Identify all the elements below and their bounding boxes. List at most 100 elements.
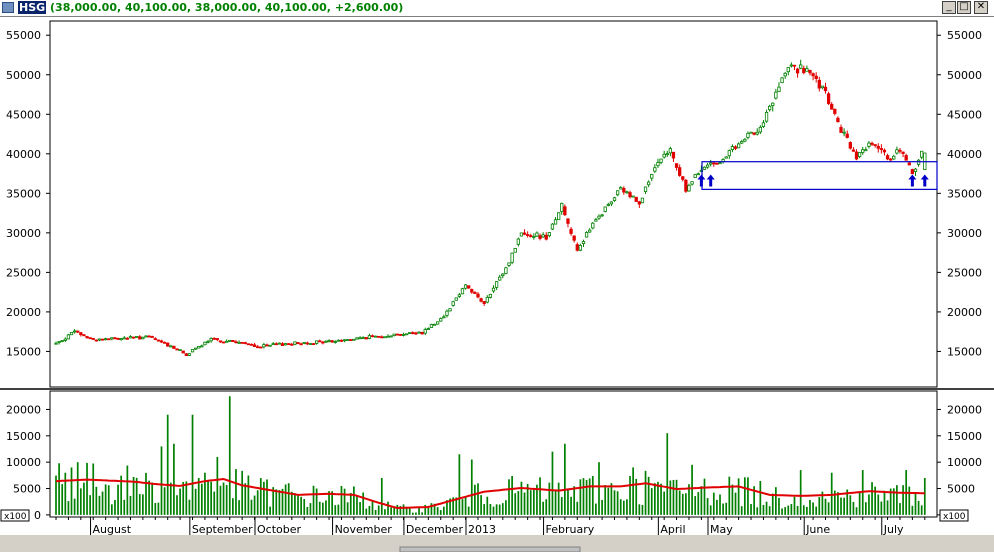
candle-down	[85, 336, 89, 338]
candle-down	[684, 179, 688, 192]
volume-bar	[191, 414, 194, 515]
volume-bar	[427, 507, 430, 515]
candle-up	[864, 149, 868, 152]
volume-bar	[61, 484, 64, 515]
candle-up	[690, 181, 694, 185]
price-tick-label: 15000	[947, 345, 982, 358]
candle-up	[485, 297, 489, 303]
volume-bar	[675, 479, 678, 515]
candle-down	[845, 133, 849, 138]
volume-bar	[365, 508, 368, 515]
candle-down	[752, 132, 756, 135]
candle-up	[225, 340, 229, 343]
candle-down	[398, 334, 403, 336]
volume-bar	[387, 501, 389, 515]
candle-up	[758, 126, 762, 133]
volume-bar	[796, 505, 799, 515]
candle-up	[656, 162, 660, 167]
candle-up	[755, 131, 759, 135]
candle-down	[538, 235, 542, 239]
close-button[interactable]: ✕	[974, 1, 988, 14]
candle-up	[383, 336, 387, 339]
window-titlebar: HSG (38,000.00, 40,100.00, 38,000.00, 40…	[0, 0, 994, 17]
volume-bar	[778, 497, 780, 515]
volume-bar	[275, 489, 278, 515]
candle-down	[411, 332, 415, 334]
candle-up	[404, 333, 409, 336]
volume-bar	[505, 500, 507, 515]
candle-up	[228, 339, 232, 342]
candle-up	[799, 64, 803, 69]
volume-bar	[498, 504, 501, 515]
candle-down	[674, 163, 679, 168]
candle-down	[79, 332, 83, 336]
volume-bar	[868, 494, 870, 515]
time-axis-label: February	[546, 523, 595, 536]
volume-bar	[362, 492, 365, 515]
candle-up	[665, 153, 669, 156]
candle-down	[147, 335, 151, 338]
time-axis-label: August	[93, 523, 132, 536]
candle-down	[88, 337, 92, 340]
candle-up	[271, 343, 275, 346]
candle-up	[352, 338, 356, 341]
volume-bar	[64, 472, 67, 515]
volume-bar	[722, 503, 724, 515]
candle-down	[802, 68, 806, 74]
volume-bar	[700, 486, 703, 515]
candle-down	[826, 93, 831, 104]
candle-up	[268, 344, 272, 347]
candle-down	[479, 298, 483, 302]
volume-bar	[626, 499, 628, 515]
time-axis-label: April	[660, 523, 685, 536]
candle-down	[885, 155, 890, 160]
volume-bar	[560, 497, 563, 515]
candle-up	[895, 149, 899, 154]
candle-up	[408, 332, 412, 334]
volume-bar	[864, 502, 867, 515]
volume-bar	[408, 508, 411, 515]
candle-down	[792, 64, 797, 67]
volume-bar	[129, 495, 132, 515]
price-tick-label: 25000	[947, 266, 982, 279]
volume-bar	[920, 505, 923, 515]
candle-up	[63, 338, 67, 341]
scrollbar-thumb	[399, 546, 581, 552]
volume-bar	[225, 484, 228, 515]
candle-down	[156, 339, 161, 342]
candle-up	[702, 166, 707, 170]
price-volume-chart[interactable]: 1500020000250003000035000400004500050000…	[0, 17, 994, 552]
minimize-button[interactable]: _	[942, 1, 956, 14]
candle-down	[181, 350, 185, 354]
volume-tick-label: 20000	[6, 403, 41, 416]
up-arrow-icon	[920, 174, 929, 187]
volume-bar	[923, 477, 926, 515]
candle-down	[904, 155, 908, 161]
volume-bar	[284, 484, 287, 515]
volume-axis-right: 05000100001500020000x100	[937, 403, 982, 522]
candle-up	[436, 321, 440, 325]
price-axis-left: 15000 20000 25000 30000 35000 40000 45000 50000…	[6, 29, 50, 358]
candle-up	[488, 293, 493, 298]
volume-bar	[809, 499, 811, 515]
candle-up	[197, 345, 201, 349]
chart-area[interactable]: 15000 20000 25000 30000 35000 40000 45000 50000…	[0, 17, 994, 552]
price-tick-label: 20000	[947, 306, 982, 319]
candle-down	[572, 235, 576, 241]
candle-down	[898, 149, 902, 152]
candle-down	[138, 336, 142, 340]
candle-down	[671, 151, 676, 159]
candle-down	[243, 342, 247, 344]
candle-up	[57, 341, 61, 343]
candle-up	[237, 341, 241, 344]
candle-up	[460, 288, 465, 295]
candle-down	[91, 337, 95, 340]
volume-bar	[830, 472, 833, 515]
volume-bar	[135, 477, 138, 515]
candle-up	[516, 238, 520, 245]
candle-down	[246, 343, 251, 346]
candle-down	[131, 336, 136, 339]
candle-up	[786, 67, 790, 73]
volume-bar	[632, 467, 634, 515]
restore-button[interactable]: □	[957, 1, 971, 14]
